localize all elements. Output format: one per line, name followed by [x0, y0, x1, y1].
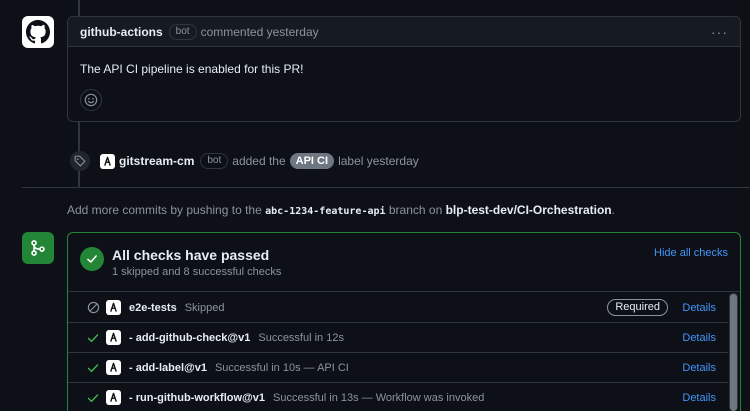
gitstream-avatar[interactable]: [100, 153, 115, 169]
check-row[interactable]: - run-github-workflow@v1 Successful in 1…: [68, 383, 728, 411]
check-detail: Skipped: [184, 301, 225, 314]
check-icon: [86, 331, 100, 345]
checks-scrollbar-thumb[interactable]: [730, 294, 737, 411]
push-hint-prefix: Add more commits by pushing to the: [67, 203, 262, 217]
gitstream-logo-icon: [110, 362, 117, 372]
details-link[interactable]: Details: [682, 392, 716, 404]
bot-badge: bot: [200, 153, 229, 169]
gitstream-avatar: [106, 360, 121, 375]
gitstream-avatar: [106, 300, 121, 315]
comment-header: github-actions bot commented yesterday ·…: [68, 17, 740, 47]
push-hint: Add more commits by pushing to the abc-1…: [67, 203, 615, 217]
event-verb: added the: [232, 154, 286, 168]
check-row[interactable]: e2e-tests Skipped Required Details: [68, 293, 728, 323]
push-hint-suffix: .: [611, 203, 615, 217]
kebab-horizontal-icon[interactable]: ···: [711, 24, 728, 40]
check-row[interactable]: - add-github-check@v1 Successful in 12s …: [68, 323, 728, 353]
checks-subtitle: 1 skipped and 8 successful checks: [112, 266, 282, 278]
check-detail: Successful in 10s — API CI: [214, 361, 349, 374]
checks-header: All checks have passed 1 skipped and 8 s…: [68, 233, 740, 292]
push-hint-middle: branch on: [388, 203, 443, 217]
details-link[interactable]: Details: [682, 362, 716, 374]
check-detail: Successful in 12s: [258, 331, 344, 344]
timeline-line: [78, 0, 80, 16]
bot-badge: bot: [168, 23, 197, 40]
label-pill[interactable]: API CI: [289, 153, 335, 169]
comment-body: The API CI pipeline is enabled for this …: [80, 62, 304, 76]
required-badge: Required: [607, 299, 668, 316]
comment-box: github-actions bot commented yesterday ·…: [67, 16, 741, 122]
comment-timestamp[interactable]: commented yesterday: [201, 25, 319, 39]
add-reaction-button[interactable]: [80, 89, 102, 111]
check-name: - add-label@v1: [129, 361, 207, 374]
check-detail: Successful in 13s — Workflow was invoked: [273, 391, 485, 404]
check-icon: [86, 391, 100, 405]
branch-name[interactable]: abc-1234-feature-api: [265, 206, 385, 217]
gitstream-logo-icon: [110, 332, 117, 342]
divider: [22, 187, 750, 188]
event-actor[interactable]: gitstream-cm: [119, 154, 194, 168]
gitstream-logo-icon: [110, 302, 117, 312]
check-circle-icon: [80, 247, 104, 271]
tag-icon: [70, 151, 90, 171]
gitstream-avatar: [106, 390, 121, 405]
check-name: - add-github-check@v1: [129, 331, 251, 344]
check-name: e2e-tests: [129, 301, 177, 314]
git-merge-icon: [22, 232, 54, 264]
hide-all-checks-link[interactable]: Hide all checks: [654, 247, 728, 259]
check-row[interactable]: - add-label@v1 Successful in 10s — API C…: [68, 353, 728, 383]
comment-author[interactable]: github-actions: [80, 25, 163, 39]
check-name: - run-github-workflow@v1: [129, 391, 265, 404]
details-link[interactable]: Details: [682, 302, 716, 314]
checks-title: All checks have passed: [112, 247, 270, 263]
gitstream-avatar: [106, 330, 121, 345]
smiley-icon: [84, 93, 98, 107]
checks-panel: All checks have passed 1 skipped and 8 s…: [67, 232, 741, 411]
details-link[interactable]: Details: [682, 332, 716, 344]
event-suffix: label yesterday: [338, 154, 419, 168]
github-actions-avatar[interactable]: [22, 16, 54, 48]
skip-icon: [86, 301, 100, 315]
github-logo-icon: [26, 20, 50, 44]
gitstream-logo-icon: [110, 392, 117, 402]
label-event: gitstream-cm bot added the API CI label …: [70, 150, 419, 172]
check-icon: [86, 361, 100, 375]
gitstream-logo-icon: [104, 156, 111, 166]
repo-link[interactable]: blp-test-dev/CI-Orchestration: [446, 203, 612, 217]
